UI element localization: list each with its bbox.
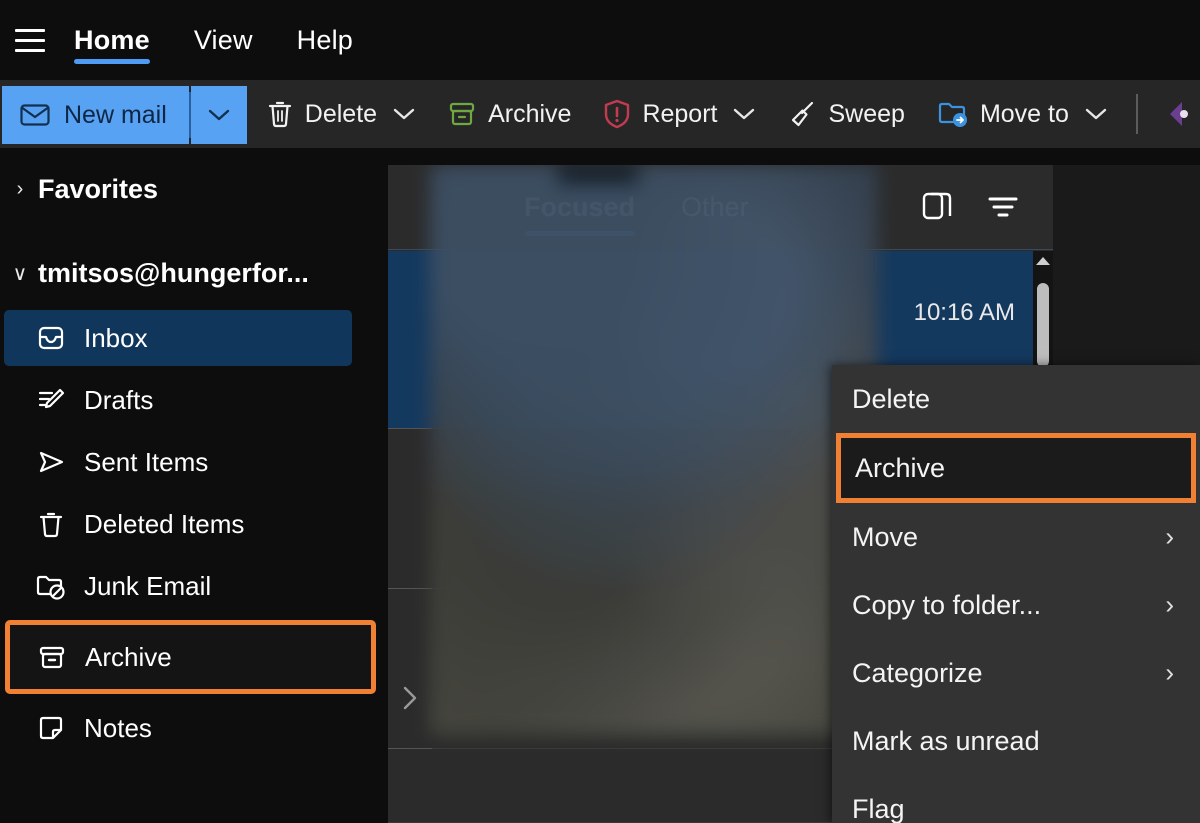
- submenu-chevron-icon: ›: [1165, 589, 1174, 620]
- sidebar-item-archive[interactable]: Archive: [5, 620, 376, 694]
- menu-item-categorize[interactable]: Categorize ›: [832, 639, 1200, 707]
- scrollbar-thumb[interactable]: [1037, 283, 1049, 367]
- inbox-icon: [34, 321, 68, 355]
- sidebar-item-junk-email-label: Junk Email: [84, 570, 212, 601]
- junk-folder-icon: [34, 569, 68, 603]
- tab-home[interactable]: Home: [52, 0, 172, 80]
- trash-icon: [34, 507, 68, 541]
- tab-home-label: Home: [74, 24, 150, 55]
- delete-button[interactable]: Delete: [253, 86, 428, 142]
- favorites-section-header[interactable]: › Favorites: [0, 162, 388, 216]
- archive-box-icon: [447, 99, 477, 129]
- broom-icon: [787, 99, 817, 129]
- report-chevron-down-icon[interactable]: [733, 107, 755, 121]
- message-list-header-actions: [917, 187, 1053, 227]
- conversation-stack-icon[interactable]: [917, 187, 957, 227]
- scroll-up-arrow-icon[interactable]: [1036, 257, 1050, 265]
- gutter-cell: [388, 589, 432, 749]
- filter-icon[interactable]: [983, 187, 1023, 227]
- submenu-chevron-icon: ›: [1165, 521, 1174, 552]
- sidebar-item-inbox[interactable]: Inbox: [4, 310, 352, 366]
- context-menu: Delete Archive Move › Copy to folder... …: [832, 365, 1200, 823]
- delete-label: Delete: [304, 99, 378, 128]
- menu-item-flag-label: Flag: [852, 793, 905, 823]
- menu-item-categorize-label: Categorize: [852, 657, 983, 688]
- tab-active-underline: [73, 59, 150, 64]
- menu-item-copy-to-folder[interactable]: Copy to folder... ›: [832, 571, 1200, 639]
- menu-item-delete-label: Delete: [852, 383, 931, 414]
- delete-chevron-down-icon[interactable]: [393, 107, 415, 121]
- move-to-folder-icon: [937, 99, 969, 129]
- redacted-message-preview: [430, 165, 878, 735]
- sidebar-item-archive-label: Archive: [85, 641, 172, 672]
- new-mail-button[interactable]: New mail: [2, 86, 189, 144]
- report-label: Report: [642, 99, 718, 128]
- sidebar-item-drafts[interactable]: Drafts: [4, 372, 352, 428]
- redacted-sender-chip: [558, 167, 638, 183]
- account-label: tmitsos@hungerfor...: [38, 257, 309, 288]
- sweep-button[interactable]: Sweep: [774, 86, 917, 142]
- tab-view[interactable]: View: [172, 0, 275, 80]
- ribbon-command-bar: New mail Delete Archive Report Sweep Mov…: [0, 80, 1200, 148]
- new-mail-split-button: New mail: [2, 86, 247, 144]
- expand-conversation-chevron-icon[interactable]: [400, 683, 420, 713]
- tab-help[interactable]: Help: [275, 0, 375, 80]
- sweep-label: Sweep: [828, 99, 905, 128]
- send-arrow-icon: [34, 445, 68, 479]
- sidebar-item-inbox-label: Inbox: [84, 322, 148, 353]
- trash-icon: [266, 99, 294, 129]
- archive-button[interactable]: Archive: [434, 86, 584, 142]
- sidebar-item-sent-items-label: Sent Items: [84, 446, 209, 477]
- tab-view-label: View: [193, 24, 253, 55]
- shield-alert-icon: [603, 98, 631, 130]
- move-to-chevron-down-icon[interactable]: [1085, 107, 1107, 121]
- gutter-cell: [388, 251, 432, 429]
- report-button[interactable]: Report: [590, 86, 768, 142]
- menu-item-copy-to-folder-label: Copy to folder...: [852, 589, 1042, 620]
- favorites-label: Favorites: [38, 173, 159, 204]
- menu-item-move[interactable]: Move ›: [832, 503, 1200, 571]
- menu-item-move-label: Move: [852, 521, 919, 552]
- menu-item-archive-label: Archive: [855, 452, 946, 483]
- sidebar-item-deleted-items-label: Deleted Items: [84, 508, 245, 539]
- sidebar-item-drafts-label: Drafts: [84, 384, 154, 415]
- outlook-window: Home View Help New mail Delete Archive R…: [0, 0, 1200, 823]
- tab-help-label: Help: [296, 24, 354, 55]
- chevron-down-icon: ∨: [12, 262, 28, 285]
- move-to-label: Move to: [979, 99, 1069, 128]
- hamburger-icon[interactable]: [8, 18, 52, 62]
- sidebar-item-junk-email[interactable]: Junk Email: [4, 558, 352, 614]
- sidebar-item-notes[interactable]: Notes: [4, 700, 352, 756]
- menu-item-mark-as-unread[interactable]: Mark as unread: [832, 707, 1200, 775]
- message-row-gutter: [388, 251, 432, 823]
- submenu-chevron-icon: ›: [1165, 657, 1174, 688]
- sidebar-item-deleted-items[interactable]: Deleted Items: [4, 496, 352, 552]
- account-section-header[interactable]: ∨ tmitsos@hungerfor...: [0, 242, 388, 304]
- chevron-right-icon: ›: [16, 177, 24, 200]
- overflow-command-icon[interactable]: [1152, 94, 1192, 134]
- new-mail-dropdown-button[interactable]: [190, 86, 247, 144]
- menu-item-flag[interactable]: Flag: [832, 775, 1200, 823]
- new-mail-label: New mail: [64, 100, 167, 129]
- gutter-cell: [388, 429, 432, 589]
- chevron-down-icon: [208, 109, 229, 121]
- archive-box-icon: [35, 640, 69, 674]
- drafts-icon: [34, 383, 68, 417]
- menu-item-mark-as-unread-label: Mark as unread: [852, 725, 1040, 756]
- ribbon-tab-bar: Home View Help: [0, 0, 1200, 80]
- menu-item-delete[interactable]: Delete: [832, 365, 1200, 433]
- folder-sidebar: › Favorites ∨ tmitsos@hungerfor... Inbox: [0, 148, 388, 823]
- menu-item-archive[interactable]: Archive: [836, 433, 1196, 503]
- ribbon-separator: [1135, 94, 1138, 134]
- sidebar-item-sent-items[interactable]: Sent Items: [4, 434, 352, 490]
- notes-icon: [34, 711, 68, 745]
- message-time: 10:16 AM: [913, 299, 1015, 326]
- move-to-button[interactable]: Move to: [924, 86, 1120, 142]
- sidebar-item-notes-label: Notes: [84, 712, 152, 743]
- mail-envelope-icon: [20, 103, 50, 127]
- archive-label: Archive: [488, 99, 572, 128]
